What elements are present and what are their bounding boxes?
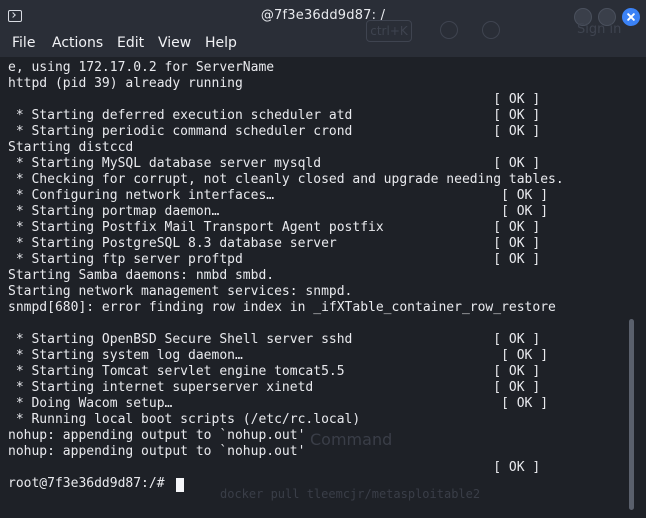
terminal-line: * Starting system log daemon… [ OK ] [8, 348, 549, 363]
terminal-line: * Configuring network interfaces… [ OK ] [8, 188, 549, 203]
background-command-heading: Command [310, 430, 393, 449]
terminal-line: * Running local boot scripts (/etc/rc.lo… [8, 412, 361, 427]
shell-prompt: root@7f3e36dd9d87:/# [8, 476, 173, 491]
scrollbar-thumb[interactable] [629, 319, 634, 510]
terminal-line: * Starting Postfix Mail Transport Agent … [8, 220, 541, 235]
title-bar[interactable]: @7f3e36dd9d87: / [0, 0, 646, 33]
terminal-output[interactable]: Command docker pull tleemcjr/metasploita… [0, 57, 646, 518]
terminal-window: @7f3e36dd9d87: / File Actions Edit View … [0, 0, 646, 518]
terminal-line: [ OK ] [8, 92, 541, 107]
terminal-line: * Starting PostgreSQL 8.3 database serve… [8, 236, 541, 251]
background-shortcut-hint: ctrl+K [366, 20, 412, 42]
menu-view[interactable]: View [158, 35, 191, 51]
window-title: @7f3e36dd9d87: / [260, 8, 386, 23]
terminal-line: nohup: appending output to `nohup.out' [8, 428, 306, 443]
terminal-line: Starting distccd [8, 140, 134, 155]
terminal-line: nohup: appending output to `nohup.out' [8, 444, 306, 459]
terminal-line: [ OK ] [8, 460, 541, 475]
menu-help[interactable]: Help [205, 35, 237, 51]
terminal-line: e, using 172.17.0.2 for ServerName [8, 60, 275, 75]
background-command-text: docker pull tleemcjr/metasploitable2 [220, 487, 481, 501]
menu-edit[interactable]: Edit [117, 35, 144, 51]
terminal-line: * Doing Wacom setup… [ OK ] [8, 396, 549, 411]
background-signin-link: Sign in [577, 22, 622, 37]
terminal-line: * Starting ftp server proftpd [ OK ] [8, 252, 541, 267]
terminal-line: snmpd[680]: error finding row index in _… [8, 300, 556, 315]
terminal-line: * Starting MySQL database server mysqld … [8, 156, 541, 171]
terminal-line: * Starting internet superserver xinetd [… [8, 380, 541, 395]
close-button[interactable] [622, 8, 640, 26]
terminal-line: * Starting periodic command scheduler cr… [8, 124, 541, 139]
menu-bar: File Actions Edit View Help [0, 33, 646, 57]
terminal-line: * Starting deferred execution scheduler … [8, 108, 541, 123]
terminal-line: httpd (pid 39) already running [8, 76, 243, 91]
text-cursor [176, 478, 184, 492]
terminal-line: * Starting OpenBSD Secure Shell server s… [8, 332, 541, 347]
terminal-line: Starting Samba daemons: nmbd smbd. [8, 268, 275, 283]
background-help-icon [440, 21, 458, 39]
menu-actions[interactable]: Actions [52, 35, 103, 51]
terminal-line: * Starting Tomcat servlet engine tomcat5… [8, 364, 541, 379]
terminal-line: * Checking for corrupt, not cleanly clos… [8, 172, 564, 187]
terminal-line: * Starting portmap daemon… [ OK ] [8, 204, 549, 219]
background-theme-icon [482, 21, 500, 39]
terminal-line: Starting network management services: sn… [8, 284, 353, 299]
menu-file[interactable]: File [12, 35, 35, 51]
